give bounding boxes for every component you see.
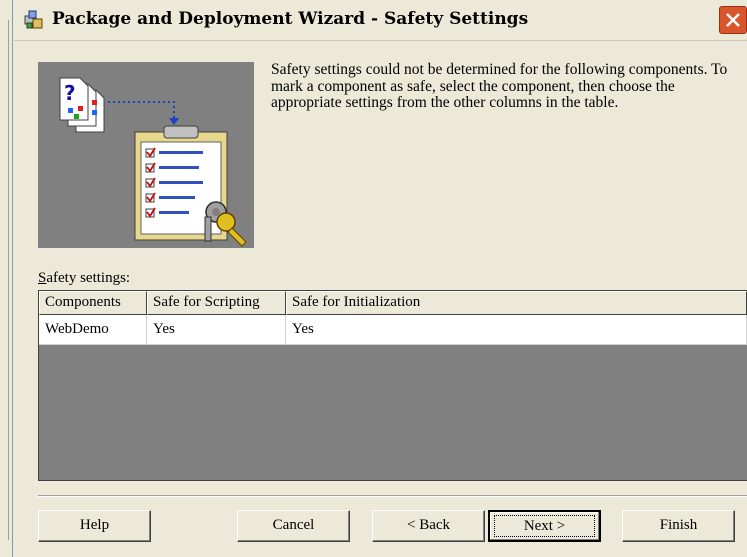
title-bar[interactable]: Package and Deployment Wizard - Safety S… xyxy=(14,0,747,41)
back-button-label: < Back xyxy=(406,517,451,533)
finish-button-label: Finish xyxy=(659,517,698,533)
instructions-text: Safety settings could not be determined … xyxy=(271,61,728,111)
grid-header: Components Safe for Scripting Safe for I… xyxy=(39,291,747,315)
close-icon xyxy=(726,13,740,27)
close-button[interactable] xyxy=(719,6,747,34)
background-window-edge xyxy=(0,0,13,557)
cell-safe-for-initialization[interactable]: Yes xyxy=(286,315,747,345)
svg-text:?: ? xyxy=(64,81,76,105)
cell-safe-for-scripting[interactable]: Yes xyxy=(147,315,286,345)
next-button[interactable]: Next > xyxy=(488,510,601,542)
safety-settings-label: Safety settings: xyxy=(38,270,131,286)
next-button-label: Next > xyxy=(523,518,566,534)
back-button[interactable]: < Back xyxy=(372,510,485,542)
cell-component[interactable]: WebDemo xyxy=(39,315,147,345)
grid-label-rest: afety settings: xyxy=(46,270,131,286)
window-title: Package and Deployment Wizard - Safety S… xyxy=(52,9,529,29)
divider xyxy=(38,495,747,497)
wizard-window: Package and Deployment Wizard - Safety S… xyxy=(0,0,747,557)
package-wizard-icon xyxy=(24,10,44,30)
column-header-safe-for-initialization[interactable]: Safe for Initialization xyxy=(286,291,747,315)
help-button-label: Help xyxy=(79,517,110,533)
document-icon: ? xyxy=(59,77,105,133)
cancel-button[interactable]: Cancel xyxy=(237,510,350,542)
checklist-clipboard-icon xyxy=(134,125,228,241)
finish-button[interactable]: Finish xyxy=(622,510,735,542)
table-row[interactable]: WebDemo Yes Yes xyxy=(39,315,747,345)
safety-settings-grid[interactable]: Components Safe for Scripting Safe for I… xyxy=(38,290,747,481)
help-button[interactable]: Help xyxy=(38,510,151,542)
wizard-body: ? Safety settings could not be determine… xyxy=(14,41,747,557)
wizard-illustration: ? xyxy=(38,62,254,248)
cancel-button-label: Cancel xyxy=(272,517,315,533)
column-header-components[interactable]: Components xyxy=(39,291,147,315)
column-header-safe-for-scripting[interactable]: Safe for Scripting xyxy=(147,291,286,315)
